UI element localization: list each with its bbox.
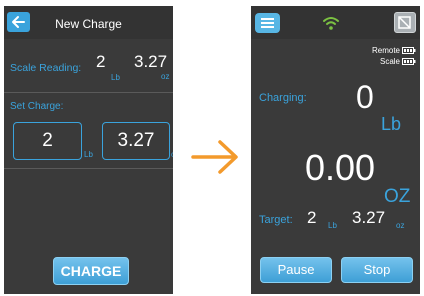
- scale-reading-lb-value: 2: [96, 52, 106, 71]
- target-lb-unit: Lb: [328, 221, 337, 230]
- charging-label: Charging:: [259, 92, 307, 104]
- battery-icon: [402, 58, 416, 65]
- charging-lb-value: 0: [356, 79, 374, 115]
- scale-reading-lb-unit: Lb: [111, 73, 120, 82]
- wifi-icon: [323, 17, 339, 30]
- stop-button[interactable]: Stop: [341, 257, 413, 283]
- pause-button[interactable]: Pause: [260, 257, 332, 283]
- battery-icon: [402, 47, 416, 54]
- charging-oz-value: 0.00: [305, 147, 376, 188]
- divider: [4, 168, 173, 169]
- title-bar: New Charge: [4, 6, 173, 39]
- charging-screen: Remote Scale Charging: 0 Lb 0.00 OZ Targ…: [251, 6, 420, 294]
- page-title: New Charge: [55, 17, 122, 31]
- target-label: Target:: [259, 214, 293, 226]
- new-charge-screen: New Charge Scale Reading: 2 Lb 3.27 oz S…: [4, 6, 173, 294]
- charging-lb-unit: Lb: [381, 114, 402, 134]
- disabled-button[interactable]: [394, 12, 416, 33]
- set-charge-oz-unit: oz: [171, 150, 173, 159]
- divider: [4, 92, 173, 93]
- target-oz-unit: oz: [396, 221, 405, 230]
- menu-button[interactable]: [255, 13, 280, 33]
- remote-status-label: Remote: [371, 46, 400, 55]
- right-arrow-icon: [191, 140, 238, 174]
- set-charge-label: Set Charge:: [10, 101, 64, 112]
- set-charge-lb-input[interactable]: 2: [13, 122, 82, 160]
- charge-button[interactable]: CHARGE: [53, 257, 129, 285]
- charging-oz-unit: OZ: [384, 186, 411, 207]
- title-bar: [251, 6, 420, 39]
- scale-reading-label: Scale Reading:: [10, 62, 82, 74]
- target-lb-value: 2: [307, 208, 317, 227]
- disabled-icon: [398, 16, 411, 29]
- scale-reading-oz-unit: oz: [161, 72, 170, 81]
- scale-reading-oz-value: 3.27: [134, 52, 168, 71]
- scale-status-label: Scale: [379, 57, 400, 66]
- target-oz-value: 3.27: [352, 208, 386, 227]
- set-charge-lb-unit: Lb: [84, 150, 93, 159]
- set-charge-oz-input[interactable]: 3.27: [102, 122, 170, 160]
